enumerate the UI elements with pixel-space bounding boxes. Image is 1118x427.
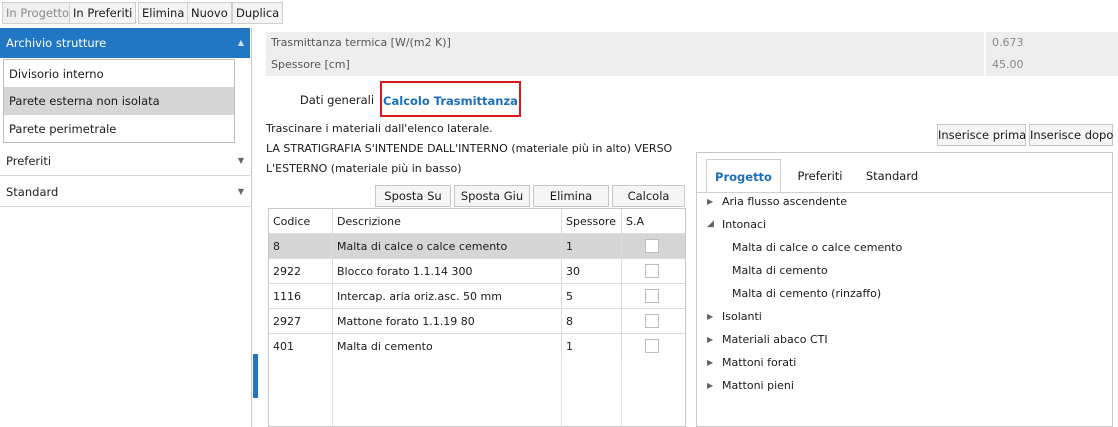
spessore-value: 45.00: [986, 54, 1118, 76]
inserisce-prima-button[interactable]: Inserisce prima: [937, 124, 1026, 146]
layers-table: Codice Descrizione Spessore S.A 8 Malta …: [268, 208, 686, 427]
cell-codice: 1116: [273, 290, 301, 303]
trasmittanza-row: Trasmittanza termica [W/(m2 K)] 0.673: [266, 32, 1118, 54]
tree-leaf-malta-calce[interactable]: Malta di calce o calce cemento: [732, 236, 902, 259]
header-descrizione[interactable]: Descrizione: [333, 209, 561, 234]
instruction-line-1: Trascinare i materiali dall'elenco later…: [266, 122, 493, 135]
tab-standard[interactable]: Standard: [857, 159, 927, 193]
tree-node-label: Aria flusso ascendente: [722, 195, 847, 208]
sa-checkbox[interactable]: [645, 239, 659, 253]
header-codice[interactable]: Codice: [269, 209, 331, 234]
preferiti-label: Preferiti: [6, 154, 52, 168]
header-sa[interactable]: S.A: [622, 209, 682, 234]
sidebar-item-parete-perimetrale[interactable]: Parete perimetrale: [3, 115, 235, 143]
tab-dati-generali[interactable]: Dati generali: [282, 82, 392, 118]
tree-node-label: Isolanti: [722, 310, 762, 323]
in-preferiti-button[interactable]: In Preferiti: [69, 2, 137, 24]
tree-node-isolanti[interactable]: ▶ Isolanti: [697, 305, 1097, 328]
in-progetto-button[interactable]: In Progetto: [2, 2, 74, 24]
standard-header[interactable]: Standard ▼: [0, 177, 250, 207]
cell-descrizione: Intercap. aria oriz.asc. 50 mm: [337, 290, 502, 303]
table-row[interactable]: 401 Malta di cemento 1: [269, 334, 685, 359]
tree-node-label: Materiali abaco CTI: [722, 333, 828, 346]
tree-node-materiali-abaco[interactable]: ▶ Materiali abaco CTI: [697, 328, 1097, 351]
trasmittanza-label: Trasmittanza termica [W/(m2 K)]: [266, 32, 984, 54]
chevron-down-icon: ▼: [237, 187, 244, 196]
header-spessore[interactable]: Spessore: [562, 209, 621, 234]
expand-arrow-icon[interactable]: ▶: [707, 351, 713, 374]
cell-codice: 2927: [273, 315, 301, 328]
sidebar-item-parete-esterna[interactable]: Parete esterna non isolata: [3, 87, 235, 115]
duplica-button[interactable]: Duplica: [232, 2, 284, 24]
elimina-layer-button[interactable]: Elimina: [533, 185, 609, 207]
expand-arrow-icon[interactable]: ▶: [707, 190, 713, 213]
cell-spessore: 8: [566, 315, 573, 328]
sa-checkbox[interactable]: [645, 264, 659, 278]
tab-preferiti[interactable]: Preferiti: [785, 159, 855, 193]
cell-codice: 401: [273, 340, 294, 353]
tree-node-intonaci[interactable]: ◢ Intonaci: [697, 213, 1097, 236]
expand-arrow-icon[interactable]: ▶: [707, 305, 713, 328]
cell-codice: 2922: [273, 265, 301, 278]
expand-arrow-icon[interactable]: ▶: [707, 328, 713, 351]
tree-node-mattoni-pieni[interactable]: ▶ Mattoni pieni: [697, 374, 1097, 397]
sa-checkbox[interactable]: [645, 339, 659, 353]
cell-spessore: 30: [566, 265, 580, 278]
expand-arrow-icon[interactable]: ▶: [707, 374, 713, 397]
nuovo-button[interactable]: Nuovo: [187, 2, 232, 24]
sa-checkbox[interactable]: [645, 314, 659, 328]
archivio-strutture-label: Archivio strutture: [6, 36, 107, 50]
table-row[interactable]: 2927 Mattone forato 1.1.19 80 8: [269, 309, 685, 334]
chevron-down-icon: ▼: [237, 156, 244, 165]
table-row[interactable]: 8 Malta di calce o calce cemento 1: [269, 234, 685, 259]
sposta-giu-button[interactable]: Sposta Giu: [454, 185, 530, 207]
spessore-label: Spessore [cm]: [266, 54, 984, 76]
materials-panel: Progetto Preferiti Standard ▶ Aria fluss…: [696, 152, 1113, 427]
instruction-line-3: L'ESTERNO (materiale più in basso): [266, 162, 462, 175]
elimina-toolbar-button[interactable]: Elimina: [138, 2, 189, 24]
sa-checkbox[interactable]: [645, 289, 659, 303]
calcola-button[interactable]: Calcola: [612, 185, 685, 207]
collapse-arrow-icon[interactable]: ◢: [707, 213, 714, 236]
tab-calcolo-trasmittanza[interactable]: Calcolo Trasmittanza: [380, 81, 521, 117]
inserisce-dopo-button[interactable]: Inserisce dopo: [1029, 124, 1113, 146]
tree-node-label: Mattoni forati: [722, 356, 797, 369]
cell-codice: 8: [273, 240, 280, 253]
tree-node-label: Mattoni pieni: [722, 379, 794, 392]
tree-node-aria-flusso[interactable]: ▶ Aria flusso ascendente: [697, 190, 1097, 213]
table-header: Codice Descrizione Spessore S.A: [269, 209, 685, 234]
structures-sidebar: Archivio strutture ▲ Divisorio interno P…: [0, 28, 252, 427]
instruction-line-2: LA STRATIGRAFIA S'INTENDE DALL'INTERNO (…: [266, 142, 673, 155]
tree-node-label: Intonaci: [722, 218, 767, 231]
cell-spessore: 1: [566, 340, 573, 353]
preferiti-header[interactable]: Preferiti ▼: [0, 146, 250, 176]
table-row[interactable]: 2922 Blocco forato 1.1.14 300 30: [269, 259, 685, 284]
tree-leaf-malta-cemento[interactable]: Malta di cemento: [732, 259, 828, 282]
main-panel: Trasmittanza termica [W/(m2 K)] 0.673 Sp…: [258, 28, 1118, 427]
table-row[interactable]: 1116 Intercap. aria oriz.asc. 50 mm 5: [269, 284, 685, 309]
cell-descrizione: Blocco forato 1.1.14 300: [337, 265, 473, 278]
trasmittanza-value: 0.673: [986, 32, 1118, 54]
sposta-su-button[interactable]: Sposta Su: [375, 185, 451, 207]
sidebar-item-divisorio-interno[interactable]: Divisorio interno: [3, 59, 235, 87]
standard-label: Standard: [6, 185, 59, 199]
chevron-up-icon: ▲: [237, 38, 244, 47]
archivio-strutture-header[interactable]: Archivio strutture ▲: [0, 28, 250, 58]
cell-descrizione: Malta di cemento: [337, 340, 433, 353]
cell-descrizione: Mattone forato 1.1.19 80: [337, 315, 475, 328]
tree-leaf-malta-rinzaffo[interactable]: Malta di cemento (rinzaffo): [732, 282, 881, 305]
tab-progetto[interactable]: Progetto: [706, 159, 781, 193]
spessore-row: Spessore [cm] 45.00: [266, 54, 1118, 76]
cell-spessore: 5: [566, 290, 573, 303]
cell-descrizione: Malta di calce o calce cemento: [337, 240, 508, 253]
tree-node-mattoni-forati[interactable]: ▶ Mattoni forati: [697, 351, 1097, 374]
cell-spessore: 1: [566, 240, 573, 253]
